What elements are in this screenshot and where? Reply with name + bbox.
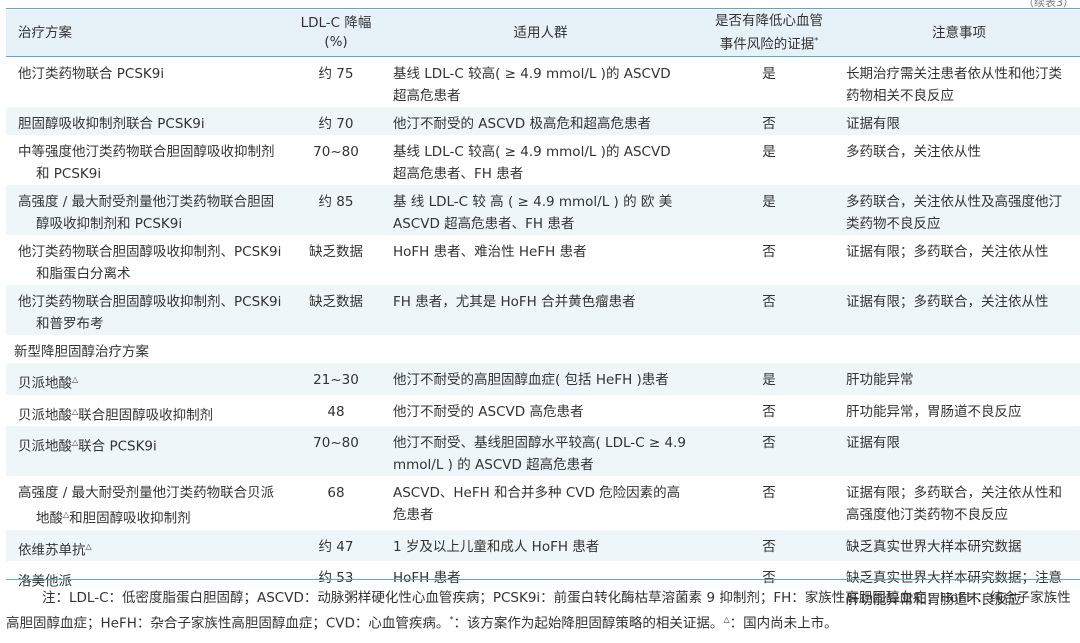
table-row: 贝派地酸△ 21~30 他汀不耐受的高胆固醇血症( 包括 HeFH )患者 是 … [6, 363, 1080, 395]
treatment-table: 治疗方案 LDL-C 降幅 (%) 适用人群 是否有降低心血管 事件风险的证据* 注… [6, 10, 1080, 611]
header-population: 适用人群 [381, 10, 700, 57]
table-row: 中等强度他汀类药物联合胆固醇吸收抑制剂和 PCSK9i 70~80 基线 LDL… [18, 144, 981, 182]
table-row: 贝派地酸△联合 PCSK9i 70~80 他汀不耐受、基线胆固醇水平较高( LD… [6, 426, 1080, 476]
header-reduction: LDL-C 降幅 (%) [291, 10, 381, 57]
table-row: 他汀类药物联合胆固醇吸收抑制剂、PCSK9i 和脂蛋白分离术 缺乏数据 HoFH… [18, 244, 1049, 282]
table-row: 胆固醇吸收抑制剂联合 PCSK9i 约 70 他汀不耐受的 ASCVD 极高危和… [6, 107, 1080, 135]
header-evidence: 是否有降低心血管 事件风险的证据* [700, 10, 838, 57]
header-notes: 注意事项 [838, 10, 1080, 57]
table-row: 贝派地酸△联合胆固醇吸收抑制剂 48 他汀不耐受的 ASCVD 高危患者 否 肝… [18, 403, 1022, 424]
table-row: 他汀类药物联合 PCSK9i 约 75 基线 LDL-C 较高( ≥ 4.9 m… [18, 66, 1062, 104]
table-top-rule [6, 8, 1080, 9]
table-bottom-rule [6, 579, 1080, 580]
table-footnote: 注：LDL-C：低密度脂蛋白胆固醇；ASCVD：动脉粥样硬化性心血管疾病；PCS… [6, 590, 1071, 632]
table-row: 他汀类药物联合胆固醇吸收抑制剂、PCSK9i 和普罗布考 缺乏数据 FH 患者，… [6, 285, 1080, 335]
group-row: 新型降胆固醇治疗方案 [14, 344, 149, 360]
table-row: 高强度 / 最大耐受剂量他汀类药物联合胆固醇吸收抑制剂和 PCSK9i 约 85… [6, 185, 1080, 235]
table-header: 治疗方案 LDL-C 降幅 (%) 适用人群 是否有降低心血管 事件风险的证据* 注… [6, 10, 1080, 57]
header-regimen: 治疗方案 [6, 10, 291, 57]
table-row: 高强度 / 最大耐受剂量他汀类药物联合贝派地酸△和胆固醇吸收抑制剂 68 ASC… [18, 485, 1062, 527]
table-row: 依维苏单抗△ 约 47 1 岁及以上儿童和成人 HoFH 患者 否 缺乏真实世界… [6, 529, 1080, 561]
